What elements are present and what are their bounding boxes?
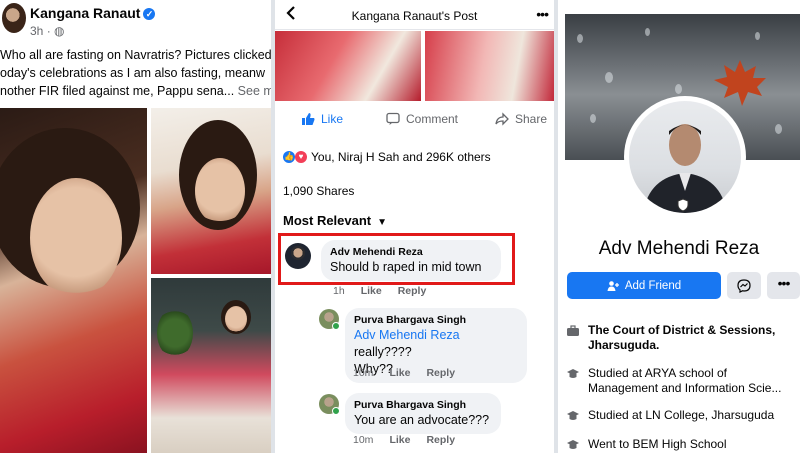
briefcase-icon [567, 325, 579, 336]
messenger-button[interactable] [727, 272, 761, 299]
comment-time: 10m [353, 367, 374, 379]
comment-text: Adv Mehendi Reza really???? [354, 328, 460, 359]
comment-meta: 10m Like Reply [353, 434, 455, 446]
post-title: Kangana Ranaut's Post [351, 9, 478, 23]
shield-icon [677, 198, 689, 212]
messenger-icon [737, 278, 751, 293]
post-actions: Like Comment Share [275, 112, 554, 138]
online-status-indicator [332, 322, 340, 330]
share-arrow-icon [495, 112, 509, 126]
add-friend-button[interactable]: Add Friend [567, 272, 721, 299]
more-options-button[interactable]: ••• [767, 272, 800, 299]
profile-picture[interactable] [629, 101, 741, 213]
comment-like-button[interactable]: Like [389, 367, 410, 379]
profile-name: Adv Mehendi Reza [598, 238, 760, 259]
post-photo-3[interactable] [151, 278, 271, 453]
maple-leaf-image [714, 60, 766, 106]
comment-time: 1h [333, 285, 345, 297]
info-education: Studied at LN College, Jharsuguda [566, 408, 800, 423]
comment-reply-button[interactable]: Reply [426, 434, 455, 446]
kangana-post-panel: Kangana Ranaut ✓ 3h · ◍ Who all are fasti… [0, 0, 271, 453]
info-workplace: The Court of District & Sessions, Jharsu… [566, 323, 800, 353]
author-avatar[interactable] [2, 3, 26, 33]
thumbs-up-icon [302, 113, 315, 125]
more-options-icon[interactable]: ••• [536, 6, 549, 22]
see-more-link[interactable]: See m [238, 84, 271, 98]
reactions-summary[interactable]: 👍 ♥ You, Niraj H Sah and 296K others [283, 150, 491, 164]
comment-like-button[interactable]: Like [361, 285, 382, 297]
add-person-icon [607, 280, 619, 291]
chevron-down-icon: ▼ [377, 217, 388, 228]
post-author[interactable]: Kangana Ranaut ✓ [30, 5, 156, 21]
post-photo-1[interactable] [0, 108, 147, 453]
person-silhouette [643, 124, 727, 213]
comment-button[interactable]: Comment [386, 112, 458, 126]
post-thumbnail-1[interactable] [275, 31, 421, 101]
commenter-name[interactable]: Purva Bhargava Singh [354, 398, 492, 412]
comment-text: You are an advocate??? [354, 413, 490, 427]
commenter-name[interactable]: Purva Bhargava Singh [354, 313, 518, 327]
post-photo-2[interactable] [151, 108, 271, 274]
red-highlight-box [278, 233, 515, 285]
share-button[interactable]: Share [495, 112, 547, 126]
comment-time: 10m [353, 434, 374, 446]
comment-reply-button[interactable]: Reply [398, 285, 427, 297]
like-button[interactable]: Like [301, 112, 343, 126]
info-education: Studied at ARYA school of Management and… [566, 366, 800, 396]
shares-count[interactable]: 1,090 Shares [283, 184, 354, 198]
post-time: 3h · ◍ [30, 24, 65, 38]
mention-link[interactable]: Adv Mehendi Reza [354, 328, 460, 342]
love-reaction-icon: ♥ [295, 151, 307, 163]
profile-panel: Adv Mehendi Reza Add Friend ••• The Cour… [558, 0, 800, 453]
globe-icon: ◍ [54, 24, 65, 38]
graduation-cap-icon [567, 411, 579, 420]
post-thumbnail-2[interactable] [425, 31, 554, 101]
post-top-bar: Kangana Ranaut's Post ••• [275, 0, 554, 30]
comment-meta: 1h Like Reply [333, 285, 426, 297]
comment-meta: 10m Like Reply [353, 367, 455, 379]
info-education: Went to BEM High School [566, 437, 800, 452]
graduation-cap-icon [567, 369, 579, 378]
comment-bubble: Purva Bhargava Singh You are an advocate… [345, 393, 501, 434]
post-header: Kangana Ranaut ✓ 3h · ◍ Who all are fasti… [0, 0, 271, 104]
comment-bubble-icon [386, 112, 400, 125]
post-caption: Who all are fasting on Navratris? Pictur… [0, 46, 271, 100]
graduation-cap-icon [567, 440, 579, 449]
post-comments-panel: Kangana Ranaut's Post ••• Like Comment S… [275, 0, 554, 453]
verified-badge-icon: ✓ [143, 8, 156, 20]
plant-image [157, 308, 193, 358]
like-reaction-icon: 👍 [283, 151, 295, 163]
comment-like-button[interactable]: Like [389, 434, 410, 446]
sort-comments-dropdown[interactable]: Most Relevant ▼ [283, 213, 387, 228]
online-status-indicator [332, 407, 340, 415]
comment-reply-button[interactable]: Reply [426, 367, 455, 379]
